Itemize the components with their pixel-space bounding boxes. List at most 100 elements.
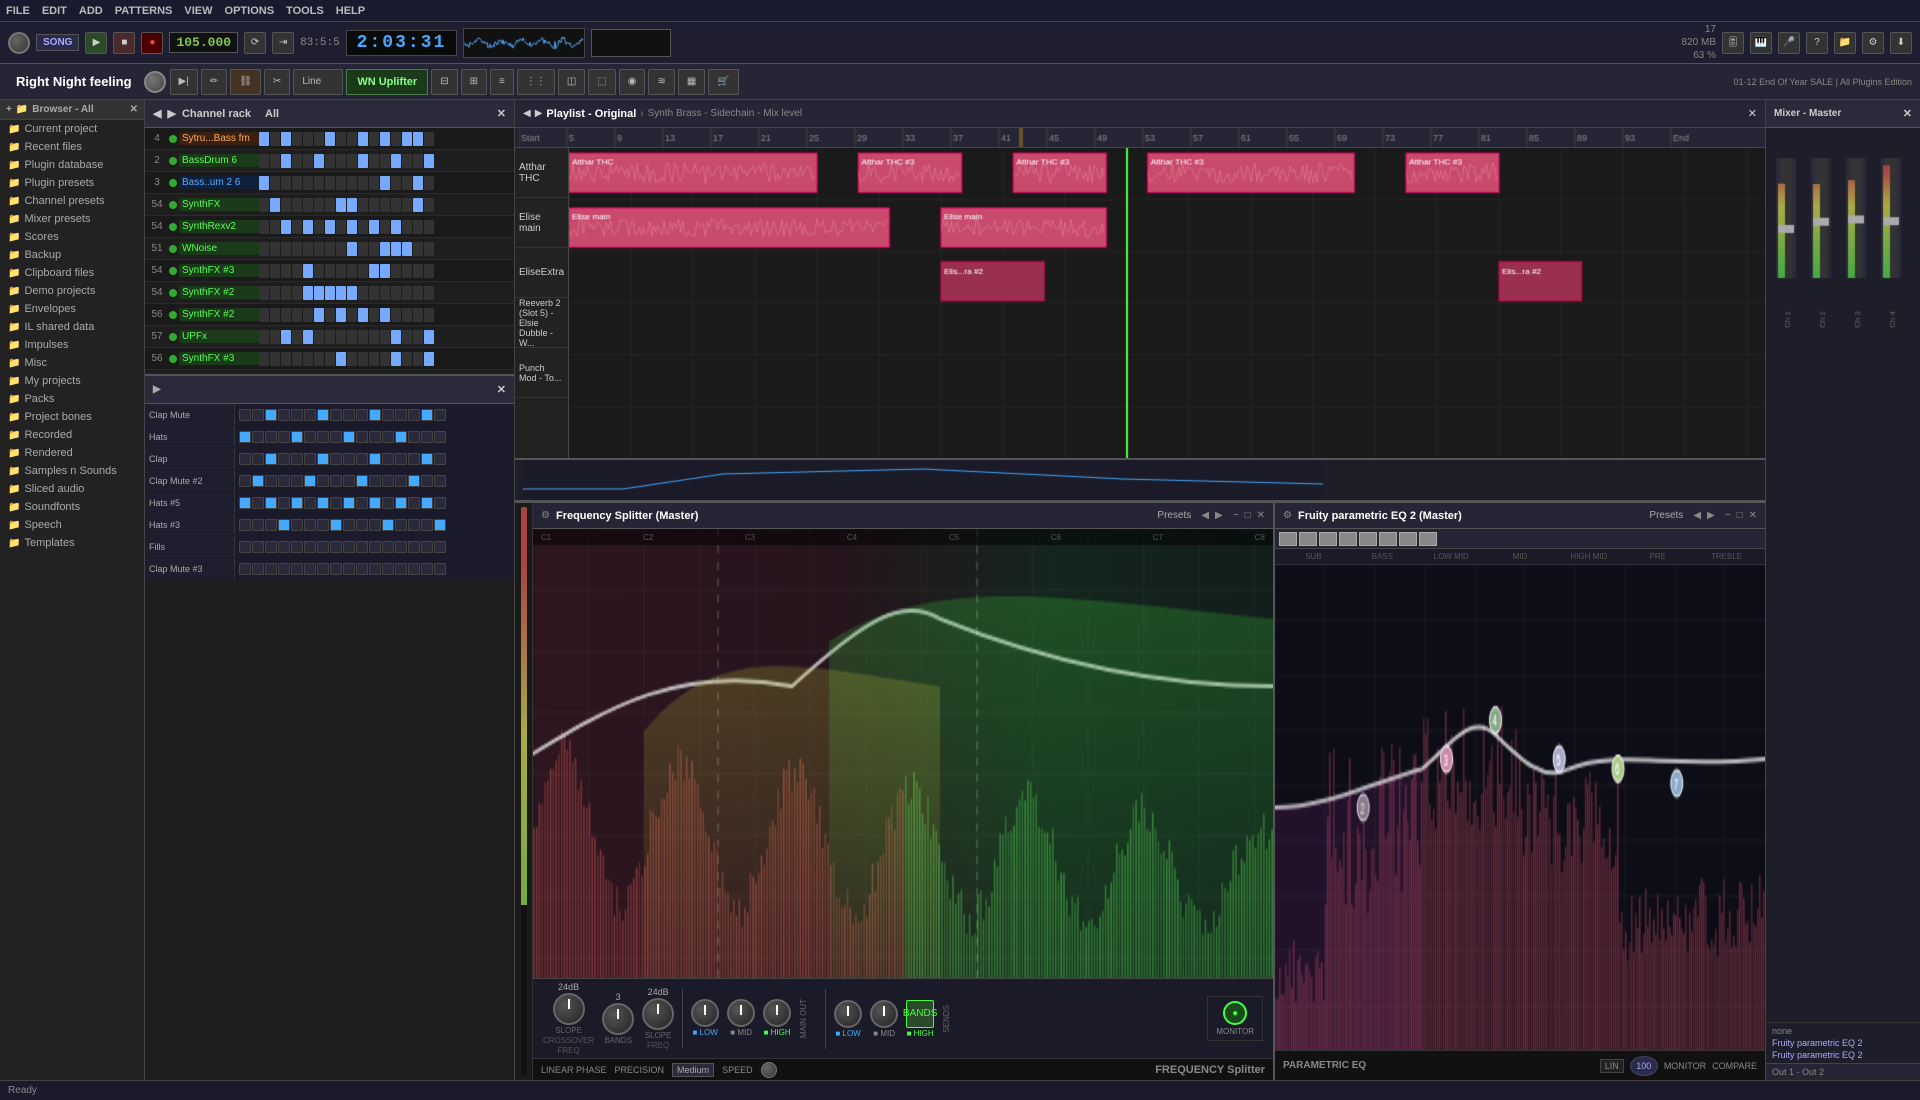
step-pad[interactable] bbox=[402, 264, 412, 278]
step-button[interactable] bbox=[395, 453, 407, 465]
eq-nav-left[interactable]: ◀ bbox=[1693, 510, 1701, 521]
step-pad[interactable] bbox=[292, 330, 302, 344]
step-pad[interactable] bbox=[369, 352, 379, 366]
sidebar-folder-btn[interactable]: 📁 bbox=[16, 104, 28, 115]
sidebar-item-templates[interactable]: 📁Templates bbox=[0, 534, 144, 552]
step-button[interactable] bbox=[421, 519, 433, 531]
step-pad[interactable] bbox=[292, 132, 302, 146]
step-button[interactable] bbox=[369, 453, 381, 465]
send-low-knob[interactable] bbox=[834, 1000, 862, 1028]
step-pad[interactable] bbox=[391, 308, 401, 322]
menu-file[interactable]: FILE bbox=[6, 5, 30, 17]
step-pad[interactable] bbox=[314, 154, 324, 168]
eq-band-5-btn[interactable] bbox=[1359, 532, 1377, 546]
step-pad[interactable] bbox=[303, 308, 313, 322]
eq-band-1-btn[interactable] bbox=[1279, 532, 1297, 546]
step-button[interactable] bbox=[343, 475, 355, 487]
step-pad[interactable] bbox=[391, 330, 401, 344]
step-pad[interactable] bbox=[336, 132, 346, 146]
step-button[interactable] bbox=[252, 519, 264, 531]
step-pad[interactable] bbox=[380, 220, 390, 234]
step-seq-row-name[interactable]: Clap Mute #3 bbox=[145, 558, 235, 579]
step-button[interactable] bbox=[317, 519, 329, 531]
menu-view[interactable]: VIEW bbox=[184, 5, 212, 17]
slope-knob-1[interactable] bbox=[553, 993, 585, 1025]
step-button[interactable] bbox=[356, 497, 368, 509]
mixer-icon-btn[interactable]: 🎚 bbox=[1722, 32, 1744, 54]
step-seq-row-name[interactable]: Clap bbox=[145, 448, 235, 469]
menu-edit[interactable]: EDIT bbox=[42, 5, 67, 17]
pr-close[interactable]: ✕ bbox=[1748, 107, 1757, 120]
step-pad[interactable] bbox=[413, 286, 423, 300]
step-button[interactable] bbox=[408, 497, 420, 509]
step-seq-row-name[interactable]: Clap Mute bbox=[145, 404, 235, 425]
step-pad[interactable] bbox=[303, 154, 313, 168]
channel-row[interactable]: 54SynthFX #3 bbox=[145, 260, 514, 282]
step-pad[interactable] bbox=[391, 264, 401, 278]
step-button[interactable] bbox=[239, 409, 251, 421]
step-pad[interactable] bbox=[369, 220, 379, 234]
step-pad[interactable] bbox=[358, 330, 368, 344]
step-pad[interactable] bbox=[270, 242, 280, 256]
step-pad[interactable] bbox=[325, 176, 335, 190]
sidebar-item-plugin-presets[interactable]: 📁Plugin presets bbox=[0, 174, 144, 192]
channel-pads[interactable] bbox=[259, 220, 512, 234]
step-button[interactable] bbox=[252, 475, 264, 487]
step-pad[interactable] bbox=[259, 330, 269, 344]
step-pad[interactable] bbox=[413, 330, 423, 344]
step-pad[interactable] bbox=[402, 308, 412, 322]
channel-led[interactable] bbox=[169, 355, 177, 363]
step-button[interactable] bbox=[304, 431, 316, 443]
step-button[interactable] bbox=[304, 519, 316, 531]
step-button[interactable] bbox=[395, 563, 407, 575]
step-button[interactable] bbox=[395, 475, 407, 487]
channel-led[interactable] bbox=[169, 135, 177, 143]
toolbar-pattern-btn-10[interactable]: 🛒 bbox=[708, 69, 738, 95]
channel-row[interactable]: 56SynthFX #3 bbox=[145, 348, 514, 370]
loop-button[interactable]: ⟳ bbox=[244, 32, 266, 54]
sidebar-item-recorded[interactable]: 📁Recorded bbox=[0, 426, 144, 444]
step-button[interactable] bbox=[408, 431, 420, 443]
step-button[interactable] bbox=[421, 431, 433, 443]
step-pad[interactable] bbox=[358, 286, 368, 300]
step-pad[interactable] bbox=[369, 198, 379, 212]
toolbar-pattern-btn-5[interactable]: ◫ bbox=[558, 69, 585, 95]
step-pad[interactable] bbox=[281, 264, 291, 278]
step-button[interactable] bbox=[278, 541, 290, 553]
step-pad[interactable] bbox=[292, 176, 302, 190]
step-pad[interactable] bbox=[358, 198, 368, 212]
step-pad[interactable] bbox=[303, 286, 313, 300]
step-pad[interactable] bbox=[314, 198, 324, 212]
step-pad[interactable] bbox=[259, 132, 269, 146]
step-button[interactable] bbox=[421, 453, 433, 465]
step-button[interactable] bbox=[252, 453, 264, 465]
step-button[interactable] bbox=[343, 453, 355, 465]
slope-knob-2[interactable] bbox=[642, 998, 674, 1030]
step-pad[interactable] bbox=[413, 352, 423, 366]
step-pad[interactable] bbox=[336, 220, 346, 234]
step-button[interactable] bbox=[278, 519, 290, 531]
step-pad[interactable] bbox=[336, 242, 346, 256]
step-pad[interactable] bbox=[292, 154, 302, 168]
pattern-selector[interactable]: WN Uplifter bbox=[346, 69, 428, 95]
step-pad[interactable] bbox=[314, 176, 324, 190]
freq-splitter-nav-right[interactable]: ▶ bbox=[1215, 510, 1223, 521]
step-pad[interactable] bbox=[259, 198, 269, 212]
step-pad[interactable] bbox=[259, 264, 269, 278]
step-button[interactable] bbox=[369, 431, 381, 443]
step-pad[interactable] bbox=[413, 176, 423, 190]
eq-minimize[interactable]: − bbox=[1725, 510, 1731, 521]
step-pad[interactable] bbox=[369, 154, 379, 168]
channel-led[interactable] bbox=[169, 289, 177, 297]
step-button[interactable] bbox=[382, 453, 394, 465]
step-button[interactable] bbox=[291, 563, 303, 575]
step-pad[interactable] bbox=[336, 154, 346, 168]
freq-splitter-minimize[interactable]: − bbox=[1233, 510, 1239, 521]
eq-100-btn[interactable]: 100 bbox=[1630, 1056, 1658, 1076]
step-pad[interactable] bbox=[336, 286, 346, 300]
step-button[interactable] bbox=[421, 475, 433, 487]
step-button[interactable] bbox=[330, 541, 342, 553]
toolbar-pattern-btn-9[interactable]: ▦ bbox=[678, 69, 705, 95]
step-button[interactable] bbox=[278, 475, 290, 487]
sidebar-item-backup[interactable]: 📁Backup bbox=[0, 246, 144, 264]
